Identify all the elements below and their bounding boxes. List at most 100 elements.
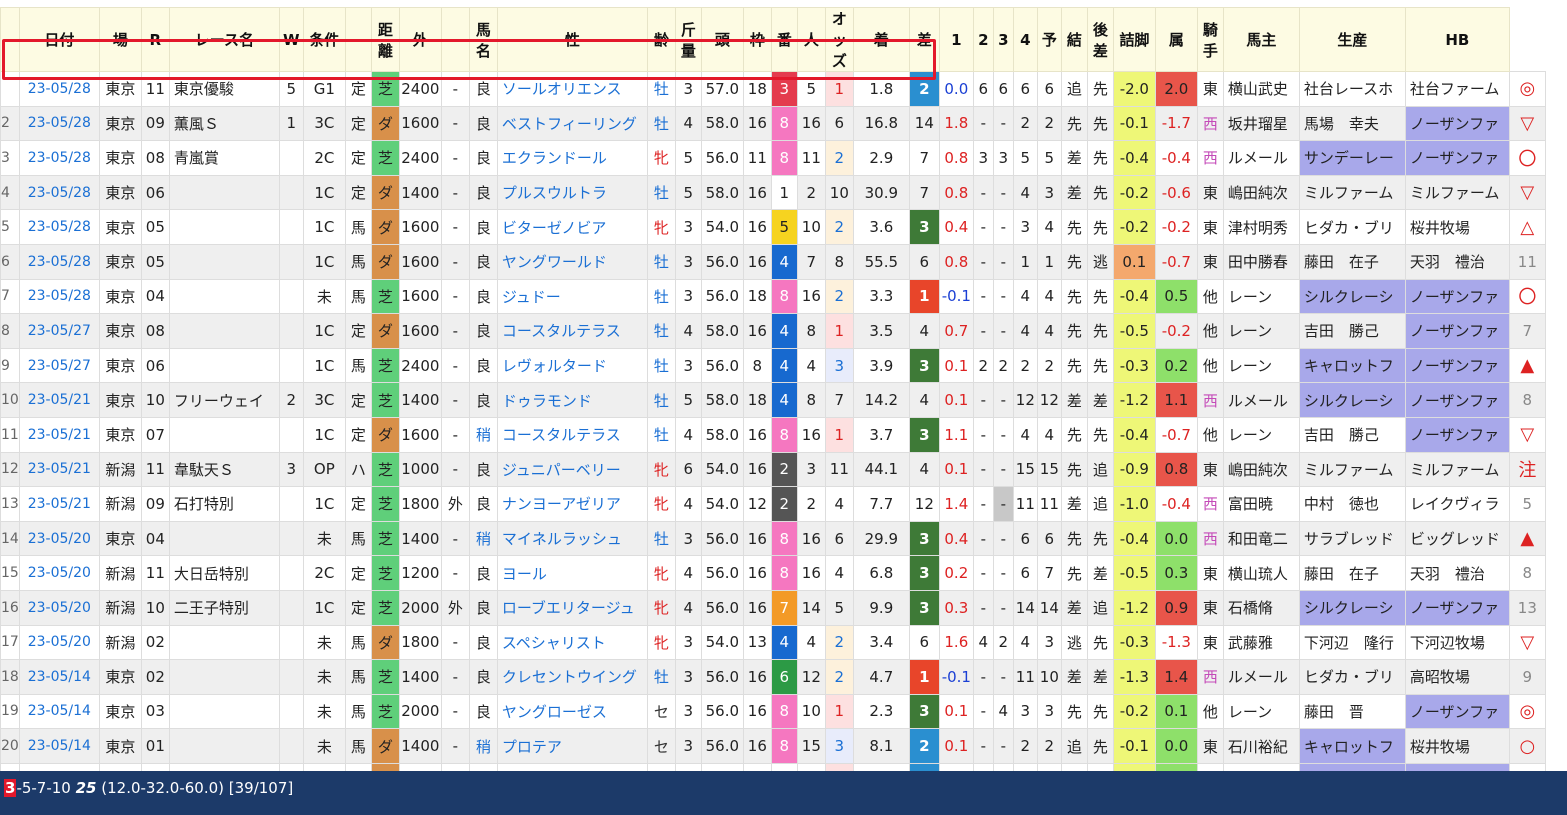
column-header-24[interactable]: 3 <box>992 7 1014 72</box>
cell-date[interactable]: 23-05/28 <box>18 71 100 107</box>
cell-horse[interactable]: レヴォルタード <box>496 347 648 384</box>
cell-age: 5 <box>674 174 702 211</box>
cell-date[interactable]: 23-05/28 <box>18 105 100 142</box>
table-row[interactable]: 3 23-05/28 東京 08 青嵐賞 2C 定芝 2400- 良エクランドール牝 5 56.0 1… <box>0 140 1546 176</box>
column-header-30[interactable]: 属 <box>1154 7 1198 72</box>
column-header-22[interactable]: 1 <box>938 7 974 72</box>
table-row[interactable]: 12 23-05/21 新潟 11 韋駄天Ｓ 3 OP ハ芝 1000- 良ジュニパーベリー牝 6 5… <box>0 451 1546 488</box>
cell-kin: 54.0 <box>700 624 744 661</box>
table-row[interactable]: 7 23-05/28 東京 04 未馬芝 1600- 良ジュドー牡 3 56.0 18 8 16 2 3.… <box>0 278 1546 315</box>
column-header-33[interactable]: 生産 <box>1298 7 1406 72</box>
column-header-19[interactable]: オッズ <box>824 7 854 72</box>
table-row[interactable]: 10 23-05/21 東京 10 フリーウェイ 2 3C 定芝 1400- 良ドゥラモンド牡 5 5… <box>0 382 1546 418</box>
table-row[interactable]: 9 23-05/27 東京 06 1C 馬芝 2400- 良レヴォルタード牡 3 56.0 8 4 4 3… <box>0 347 1546 384</box>
cell-date[interactable]: 23-05/28 <box>18 174 100 211</box>
table-row[interactable]: 2 23-05/28 東京 09 薫風Ｓ 1 3C 定ダ 1600- 良ベストフィーリング牡 4 58… <box>0 105 1546 142</box>
cell-horse[interactable]: マイネルラッシュ <box>496 520 648 557</box>
column-header-2[interactable]: 場 <box>98 7 142 72</box>
cell-date[interactable]: 23-05/20 <box>18 624 100 661</box>
cell-horse[interactable]: コースタルテラス <box>496 416 648 453</box>
column-header-4[interactable]: レース名 <box>168 7 280 72</box>
cell-horse[interactable]: プロテア <box>496 728 648 764</box>
column-header-12[interactable]: 性 <box>496 7 648 72</box>
column-header-15[interactable]: 頭 <box>700 7 744 72</box>
table-row[interactable]: 19 23-05/14 東京 03 未馬芝 2000- 良ヤングローゼスセ 3 56.0 16 8 1… <box>0 693 1546 730</box>
cell-no: 8 <box>0 313 20 349</box>
column-header-8[interactable]: 距離 <box>370 7 400 72</box>
cell-odds: 30.9 <box>852 174 910 211</box>
column-header-34[interactable]: HB <box>1404 7 1510 72</box>
cell-date[interactable]: 23-05/14 <box>18 659 100 695</box>
cell-horse[interactable]: ドゥラモンド <box>496 382 648 418</box>
column-header-32[interactable]: 馬主 <box>1222 7 1300 72</box>
cell-date[interactable]: 23-05/21 <box>18 416 100 453</box>
column-header-13[interactable]: 齢 <box>646 7 676 72</box>
cell-date[interactable]: 23-05/14 <box>18 693 100 730</box>
column-header-10[interactable] <box>440 7 470 72</box>
cell-horse[interactable]: クレセントウイング <box>496 659 648 695</box>
cell-date[interactable]: 23-05/21 <box>18 451 100 488</box>
table-row[interactable]: 20 23-05/14 東京 01 未馬ダ 1400- 稍プロテアセ 3 56.0 16 8 15 3 8… <box>0 728 1546 764</box>
cell-horse[interactable]: ベストフィーリング <box>496 105 648 142</box>
cell-horse[interactable]: ビターゼノビア <box>496 209 648 245</box>
column-header-3[interactable]: R <box>140 7 170 72</box>
column-header-0[interactable] <box>0 7 20 72</box>
column-header-27[interactable]: 結 <box>1060 7 1088 72</box>
cell-horse[interactable]: ジュドー <box>496 278 648 315</box>
column-header-21[interactable]: 差 <box>908 7 940 72</box>
column-header-29[interactable]: 詰脚 <box>1112 7 1156 72</box>
cell-date[interactable]: 23-05/28 <box>18 278 100 315</box>
cell-horse[interactable]: ナンヨーアゼリア <box>496 486 648 522</box>
column-header-14[interactable]: 斤量 <box>674 7 702 72</box>
column-header-31[interactable]: 騎手 <box>1196 7 1224 72</box>
cell-date[interactable]: 23-05/21 <box>18 486 100 522</box>
column-header-11[interactable]: 馬名 <box>468 7 498 72</box>
cell-date[interactable]: 23-05/21 <box>18 382 100 418</box>
table-row[interactable]: 11 23-05/21 東京 07 1C 定ダ 1600- 稍コースタルテラス牡 4 58.0 16… <box>0 416 1546 453</box>
cell-horse[interactable]: エクランドール <box>496 140 648 176</box>
table-row[interactable]: 16 23-05/20 新潟 10 二王子特別 1C 定芝 2000 外良ローブエリタージュ牝 4… <box>0 589 1546 626</box>
cell-date[interactable]: 23-05/27 <box>18 313 100 349</box>
table-row[interactable]: 14 23-05/20 東京 04 未馬芝 1400- 稍マイネルラッシュ牡 3 56.0 16 8… <box>0 520 1546 557</box>
cell-horse[interactable]: ジュニパーベリー <box>496 451 648 488</box>
column-header-16[interactable]: 枠 <box>742 7 772 72</box>
table-row[interactable]: 23-05/28 東京 11 東京優駿 5 G1 定芝 2400- 良ソールオリエンス牡 3 57.… <box>0 71 1546 107</box>
column-header-1[interactable]: 日付 <box>18 7 100 72</box>
cell-horse[interactable]: ヤングワールド <box>496 243 648 280</box>
table-row[interactable]: 5 23-05/28 東京 05 1C 馬ダ 1600- 良ビターゼノビア牝 3 54.0 16 5 1… <box>0 209 1546 245</box>
cell-horse[interactable]: ソールオリエンス <box>496 71 648 107</box>
cell-date[interactable]: 23-05/28 <box>18 140 100 176</box>
column-header-28[interactable]: 後差 <box>1086 7 1114 72</box>
cell-horse[interactable]: スペシャリスト <box>496 624 648 661</box>
column-header-20[interactable]: 着 <box>852 7 910 72</box>
cell-horse[interactable]: ローブエリタージュ <box>496 589 648 626</box>
table-row[interactable]: 15 23-05/20 新潟 11 大日岳特別 2C 定芝 1200- 良ヨール牝 4 56.0 16… <box>0 555 1546 591</box>
cell-date[interactable]: 23-05/20 <box>18 555 100 591</box>
column-header-9[interactable]: 外 <box>398 7 442 72</box>
table-row[interactable]: 13 23-05/21 新潟 09 石打特別 1C 定芝 1800 外良ナンヨーアゼリア牝 4 54… <box>0 486 1546 522</box>
cell-date[interactable]: 23-05/27 <box>18 347 100 384</box>
column-header-18[interactable]: 人 <box>796 7 826 72</box>
cell-horse[interactable]: ヤングローゼス <box>496 693 648 730</box>
table-row[interactable]: 17 23-05/20 新潟 02 未馬ダ 1800- 良スペシャリスト牝 3 54.0 13 4 4… <box>0 624 1546 661</box>
cell-horse[interactable]: コースタルテラス <box>496 313 648 349</box>
column-header-23[interactable]: 2 <box>972 7 994 72</box>
table-row[interactable]: 6 23-05/28 東京 05 1C 馬ダ 1600- 良ヤングワールド牡 3 56.0 16 4 7… <box>0 243 1546 280</box>
cell-date[interactable]: 23-05/20 <box>18 520 100 557</box>
cell-date[interactable]: 23-05/28 <box>18 209 100 245</box>
column-header-5[interactable]: W <box>278 7 304 72</box>
column-header-25[interactable]: 4 <box>1012 7 1038 72</box>
column-header-7[interactable] <box>344 7 372 72</box>
table-row[interactable]: 4 23-05/28 東京 06 1C 定ダ 1400- 良プルスウルトラ牡 5 58.0 16 1 2… <box>0 174 1546 211</box>
cell-horse[interactable]: プルスウルトラ <box>496 174 648 211</box>
table-row[interactable]: 18 23-05/14 東京 02 未馬芝 1400- 良クレセントウイング牡 3 56.0 16… <box>0 659 1546 695</box>
column-header-6[interactable]: 条件 <box>302 7 346 72</box>
table-row[interactable]: 8 23-05/27 東京 08 1C 定ダ 1600- 良コースタルテラス牡 4 58.0 16 4… <box>0 313 1546 349</box>
cell-date[interactable]: 23-05/14 <box>18 728 100 764</box>
column-header-26[interactable]: 予 <box>1036 7 1062 72</box>
column-header-17[interactable]: 番 <box>770 7 798 72</box>
cell-owner: ヒダカ・ブリ <box>1298 659 1406 695</box>
cell-horse[interactable]: ヨール <box>496 555 648 591</box>
cell-date[interactable]: 23-05/28 <box>18 243 100 280</box>
cell-date[interactable]: 23-05/20 <box>18 589 100 626</box>
